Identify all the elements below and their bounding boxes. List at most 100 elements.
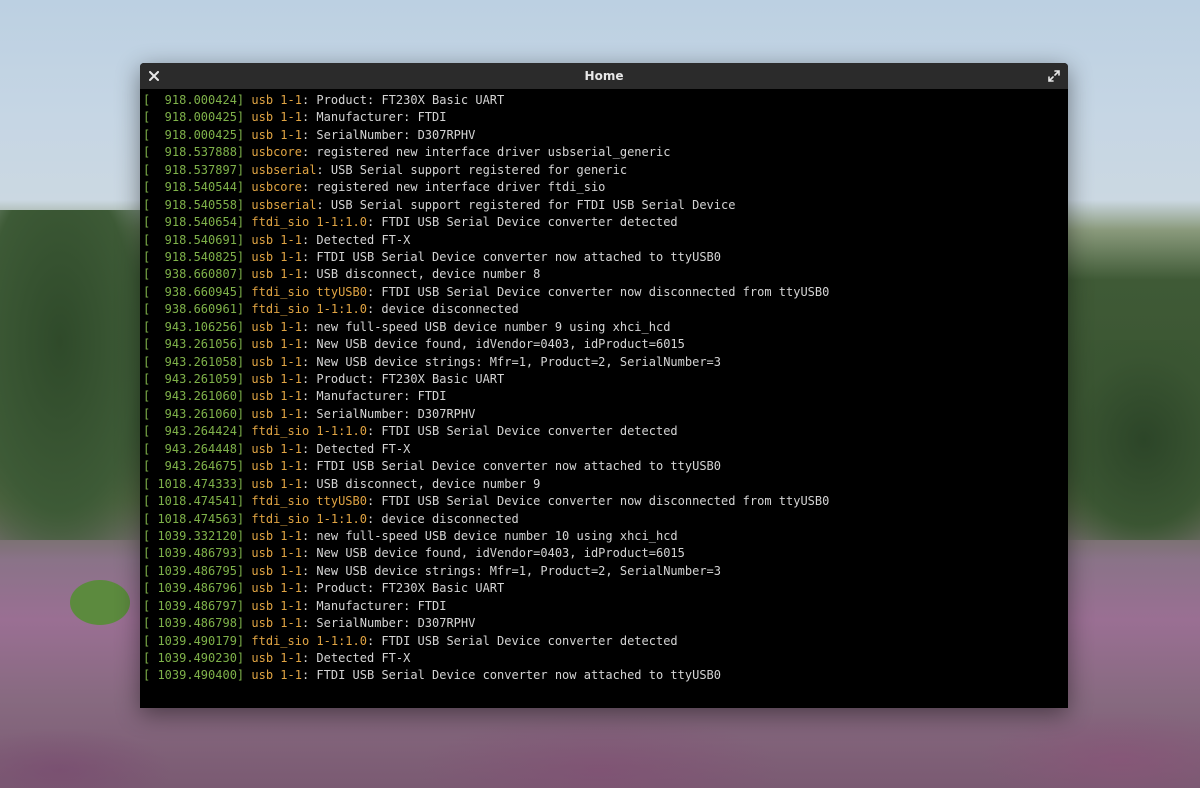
log-source: usb 1-1	[251, 651, 302, 665]
log-source: usb 1-1	[251, 232, 302, 247]
log-source: ftdi_sio	[251, 494, 310, 509]
log-message: : FTDI USB Serial Device converter detec…	[366, 215, 678, 230]
log-message: : Detected FT-X	[301, 232, 411, 247]
log-message: : New USB device found, idVendor=0403, i…	[301, 546, 685, 561]
log-line: [ 918.540691] usb 1-1: Detected FT-X	[143, 232, 1068, 249]
log-source: usb 1-1	[251, 110, 302, 125]
log-device: ttyUSB0	[309, 494, 367, 509]
wallpaper-trees-right	[1060, 340, 1200, 540]
log-timestamp: [ 943.261058]	[143, 354, 245, 369]
close-button[interactable]	[146, 68, 162, 84]
log-message: : Product: FT230X Basic UART	[301, 93, 505, 107]
log-message: : new full-speed USB device number 10 us…	[301, 528, 678, 543]
log-source: usb 1-1	[251, 441, 302, 456]
log-timestamp: [ 943.106256]	[143, 319, 245, 334]
log-message: : FTDI USB Serial Device converter now a…	[301, 249, 721, 264]
log-line: [ 943.264448] usb 1-1: Detected FT-X	[143, 441, 1068, 458]
window-titlebar[interactable]: Home	[140, 63, 1068, 89]
log-source: ftdi_sio	[251, 284, 310, 299]
wallpaper-shrub	[70, 580, 130, 625]
log-line: [ 943.261060] usb 1-1: Manufacturer: FTD…	[143, 388, 1068, 405]
log-line: [ 943.261059] usb 1-1: Product: FT230X B…	[143, 371, 1068, 388]
log-timestamp: [ 1018.474541]	[143, 494, 245, 509]
log-timestamp: [ 943.261060]	[143, 389, 245, 404]
terminal-window[interactable]: Home [ 918.000424] usb 1-1: Product: FT2…	[140, 63, 1068, 708]
log-timestamp: [ 1018.474563]	[143, 511, 245, 526]
log-timestamp: [ 938.660945]	[143, 284, 245, 299]
log-timestamp: [ 1039.490179]	[143, 633, 245, 648]
log-line: [ 1039.490400] usb 1-1: FTDI USB Serial …	[143, 667, 1068, 684]
log-source: usb 1-1	[251, 476, 302, 491]
log-timestamp: [ 918.537897]	[143, 162, 245, 177]
log-source: usb 1-1	[251, 389, 302, 404]
log-message: : Manufacturer: FTDI	[301, 598, 447, 613]
log-timestamp: [ 1039.490230]	[143, 651, 245, 665]
log-message: : registered new interface driver ftdi_s…	[301, 180, 606, 195]
log-device: ttyUSB0	[309, 284, 367, 299]
log-message: : Product: FT230X Basic UART	[301, 581, 505, 596]
log-line: [ 918.000425] usb 1-1: Manufacturer: FTD…	[143, 109, 1068, 126]
log-source: usb 1-1	[251, 668, 302, 683]
log-device: 1-1:1.0	[309, 302, 367, 317]
log-source: usb 1-1	[251, 546, 302, 561]
log-message: : FTDI USB Serial Device converter now a…	[301, 668, 721, 683]
log-message: : SerialNumber: D307RPHV	[301, 127, 476, 142]
terminal-output[interactable]: [ 918.000424] usb 1-1: Product: FT230X B…	[140, 89, 1068, 685]
log-device: 1-1:1.0	[309, 215, 367, 230]
log-timestamp: [ 918.000425]	[143, 127, 245, 142]
log-timestamp: [ 918.540654]	[143, 215, 245, 230]
log-timestamp: [ 1039.486796]	[143, 581, 245, 596]
log-timestamp: [ 943.264448]	[143, 441, 245, 456]
log-timestamp: [ 943.261060]	[143, 406, 245, 421]
log-line: [ 918.537897] usbserial: USB Serial supp…	[143, 162, 1068, 179]
log-line: [ 1039.490179] ftdi_sio 1-1:1.0: FTDI US…	[143, 633, 1068, 650]
log-timestamp: [ 938.660807]	[143, 267, 245, 282]
log-source: usb 1-1	[251, 93, 302, 107]
log-source: usb 1-1	[251, 127, 302, 142]
log-message: : Detected FT-X	[301, 651, 411, 665]
log-message: : New USB device strings: Mfr=1, Product…	[301, 354, 721, 369]
log-line: [ 1018.474541] ftdi_sio ttyUSB0: FTDI US…	[143, 493, 1068, 510]
log-message: : USB Serial support registered for gene…	[316, 162, 628, 177]
log-line: [ 918.000424] usb 1-1: Product: FT230X B…	[143, 92, 1068, 109]
log-source: ftdi_sio	[251, 215, 310, 230]
log-timestamp: [ 1039.332120]	[143, 528, 245, 543]
log-message: : FTDI USB Serial Device converter detec…	[366, 633, 678, 648]
log-source: usbserial	[251, 162, 317, 177]
log-source: usb 1-1	[251, 249, 302, 264]
log-message: : SerialNumber: D307RPHV	[301, 406, 476, 421]
log-device: 1-1:1.0	[309, 633, 367, 648]
log-timestamp: [ 1039.486793]	[143, 546, 245, 561]
log-source: usb 1-1	[251, 581, 302, 596]
log-device: 1-1:1.0	[309, 424, 367, 439]
log-timestamp: [ 1039.486797]	[143, 598, 245, 613]
log-timestamp: [ 918.000425]	[143, 110, 245, 125]
log-timestamp: [ 943.261059]	[143, 372, 245, 386]
log-message: : USB disconnect, device number 8	[301, 267, 541, 282]
log-message: : device disconnected	[366, 302, 519, 317]
log-line: [ 1018.474563] ftdi_sio 1-1:1.0: device …	[143, 511, 1068, 528]
log-message: : device disconnected	[366, 511, 519, 526]
log-source: usb 1-1	[251, 319, 302, 334]
log-line: [ 1039.486795] usb 1-1: New USB device s…	[143, 563, 1068, 580]
log-message: : new full-speed USB device number 9 usi…	[301, 319, 671, 334]
log-line: [ 1039.486798] usb 1-1: SerialNumber: D3…	[143, 615, 1068, 632]
log-message: : FTDI USB Serial Device converter detec…	[366, 424, 678, 439]
log-line: [ 1039.486796] usb 1-1: Product: FT230X …	[143, 580, 1068, 597]
maximize-button[interactable]	[1046, 68, 1062, 84]
log-message: : FTDI USB Serial Device converter now a…	[301, 459, 721, 474]
log-line: [ 918.000425] usb 1-1: SerialNumber: D30…	[143, 127, 1068, 144]
log-timestamp: [ 938.660961]	[143, 302, 245, 317]
log-line: [ 1039.486797] usb 1-1: Manufacturer: FT…	[143, 598, 1068, 615]
log-message: : Manufacturer: FTDI	[301, 110, 447, 125]
log-device: 1-1:1.0	[309, 511, 367, 526]
log-message: : Manufacturer: FTDI	[301, 389, 447, 404]
log-source: usb 1-1	[251, 598, 302, 613]
log-source: usb 1-1	[251, 406, 302, 421]
log-message: : USB disconnect, device number 9	[301, 476, 541, 491]
log-timestamp: [ 918.540558]	[143, 197, 245, 212]
log-timestamp: [ 918.540825]	[143, 249, 245, 264]
log-message: : New USB device strings: Mfr=1, Product…	[301, 563, 721, 578]
log-line: [ 943.264675] usb 1-1: FTDI USB Serial D…	[143, 458, 1068, 475]
log-timestamp: [ 1039.486795]	[143, 563, 245, 578]
